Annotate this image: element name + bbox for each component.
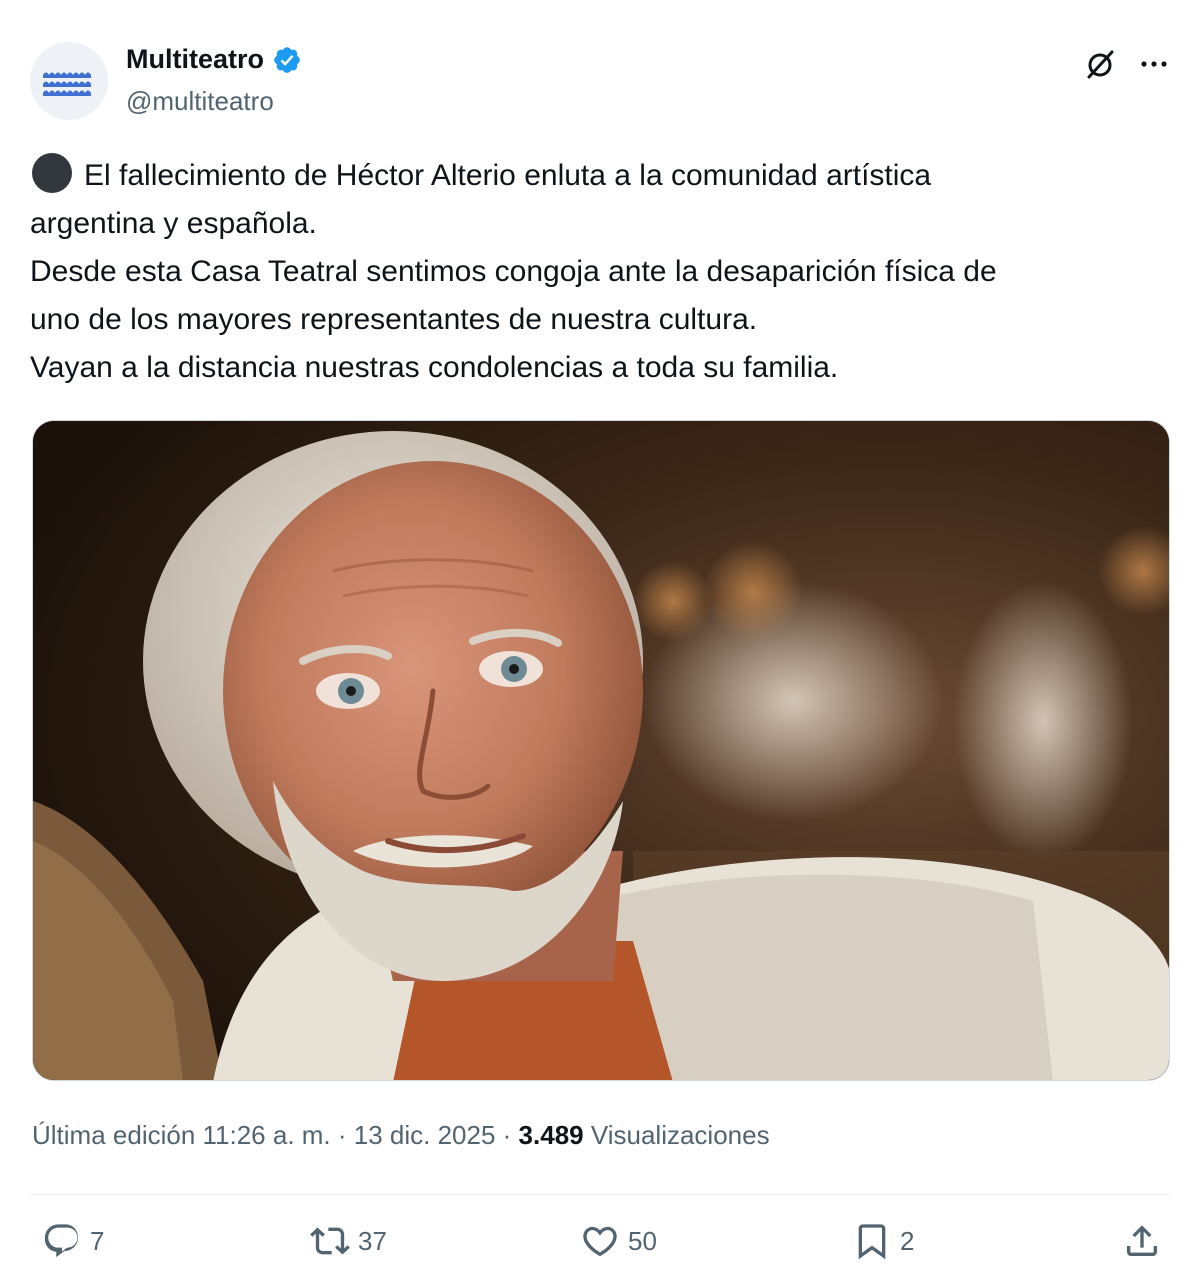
author-display-name[interactable]: Multiteatro [126, 44, 264, 75]
reply-icon [44, 1224, 79, 1258]
repost-count: 37 [358, 1225, 387, 1256]
post-text-line-2: argentina y española. [30, 207, 317, 240]
repost-icon [310, 1227, 350, 1255]
post-meta: Última edición 11:26 a. m. · 13 dic. 202… [32, 1120, 770, 1151]
heart-icon [583, 1226, 617, 1257]
bookmark-count: 2 [900, 1225, 915, 1256]
black-circle-icon [32, 153, 72, 193]
share-icon [1127, 1225, 1157, 1256]
author-name-row[interactable]: Multiteatro [126, 44, 302, 75]
post-text-line-3: Desde esta Casa Teatral sentimos congoja… [30, 255, 997, 288]
grok-button[interactable] [1080, 44, 1120, 84]
grok-slash-circle-icon [1087, 50, 1114, 79]
edited-timestamp[interactable]: Última edición 11:26 a. m. · 13 dic. 202… [32, 1120, 519, 1150]
bookmark-button[interactable]: 2 [852, 1216, 914, 1266]
like-button[interactable]: 50 [580, 1216, 657, 1266]
views-label: Visualizaciones [583, 1120, 770, 1150]
reply-count: 7 [90, 1225, 105, 1256]
action-bar: 7 37 50 2 [0, 1216, 1200, 1272]
repost-button[interactable]: 37 [310, 1216, 387, 1266]
more-options-button[interactable] [1134, 44, 1174, 84]
bookmark-icon [858, 1224, 886, 1260]
like-count: 50 [628, 1225, 657, 1256]
post-photo[interactable] [32, 420, 1170, 1081]
post-text: El fallecimiento de Héctor Alterio enlut… [30, 152, 1170, 392]
multiteatro-logo-icon [43, 72, 91, 96]
verified-badge-icon[interactable] [272, 45, 302, 75]
post-text-line-1: El fallecimiento de Héctor Alterio enlut… [30, 152, 1170, 200]
more-dots-icon [1141, 61, 1167, 67]
post-card: Multiteatro @multiteatro El fallecimient… [0, 0, 1200, 1270]
reply-button[interactable]: 7 [42, 1216, 104, 1266]
author-handle[interactable]: @multiteatro [126, 86, 274, 117]
post-text-line-5: Vayan a la distancia nuestras condolenci… [30, 351, 839, 384]
post-text-line-4: uno de los mayores representantes de nue… [30, 303, 758, 336]
views-count: 3.489 [518, 1120, 584, 1150]
divider [30, 1194, 1170, 1195]
share-button[interactable] [1122, 1216, 1162, 1266]
avatar[interactable] [30, 42, 108, 120]
